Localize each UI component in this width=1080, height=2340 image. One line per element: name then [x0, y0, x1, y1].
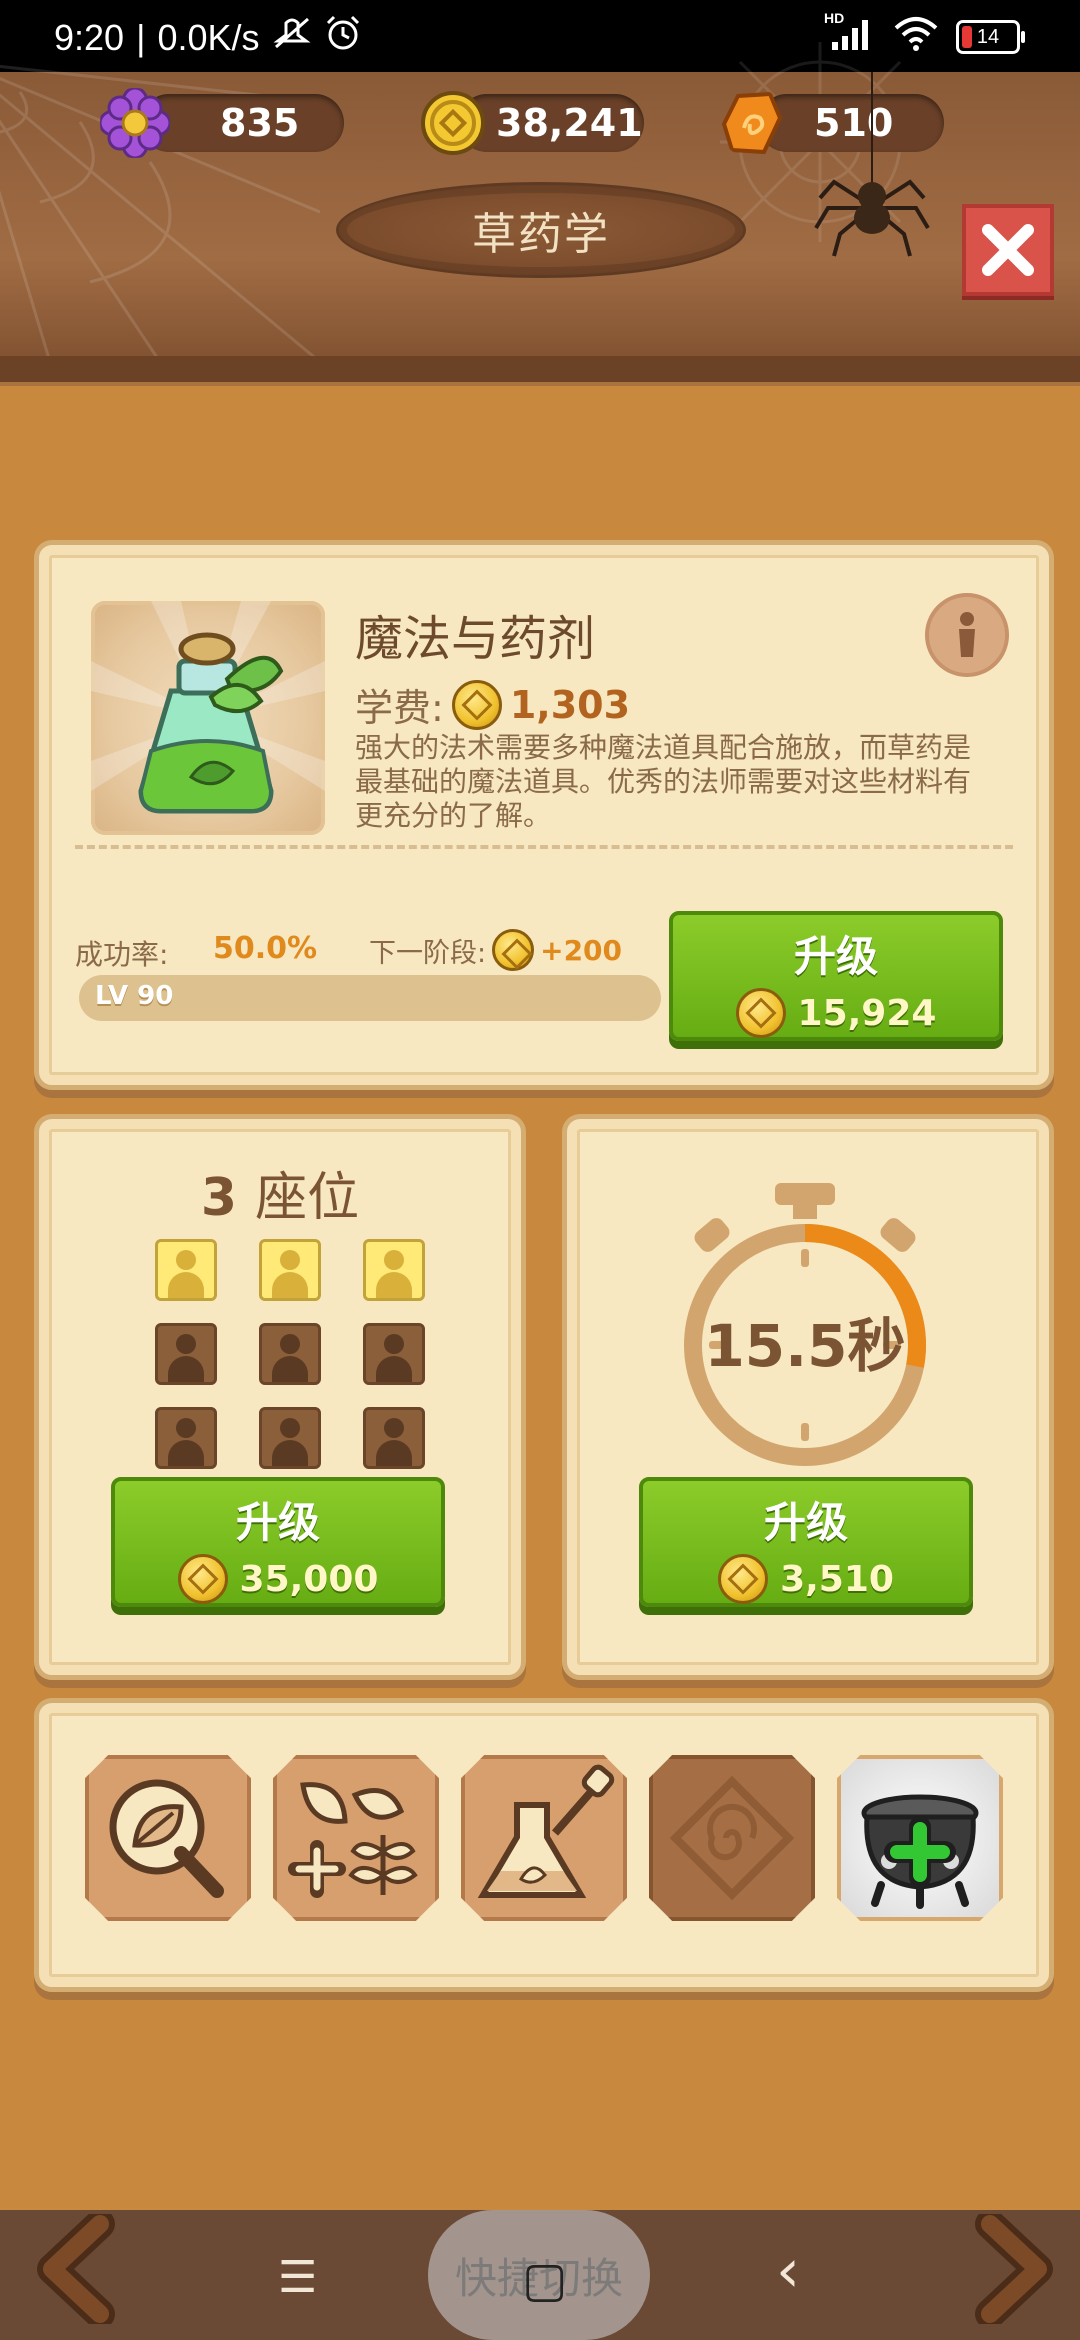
back-icon[interactable]: ‹: [776, 2236, 800, 2306]
seats-title: 3 座位: [39, 1155, 521, 1230]
coin-icon: [177, 1554, 228, 1604]
seat-filled: [259, 1239, 321, 1301]
tuition-value: 1,303: [509, 682, 631, 727]
upgrade-cost: 15,924: [673, 988, 999, 1038]
timer-card: 15.5秒 升级 3,510: [562, 1114, 1054, 1680]
seats-card: 3 座位 升级 35,000: [34, 1114, 526, 1680]
upgrade-cost-value: 3,510: [780, 1558, 894, 1600]
flask-dropper-tool[interactable]: [461, 1755, 627, 1921]
course-card: 魔法与药剂 学费: 1,303 强大的法术需要多种魔法道具配合施放，而草药是最基…: [34, 540, 1054, 1090]
next-stage-label: 下一阶段:: [369, 937, 487, 969]
tuition-row: 学费: 1,303: [355, 677, 630, 732]
spider-decoration: [814, 72, 930, 257]
close-button[interactable]: [962, 204, 1054, 296]
potion-thumbnail: [91, 601, 325, 835]
status-separator: |: [136, 16, 146, 58]
herbs-plus-tool[interactable]: [273, 1755, 439, 1921]
tools-card: [34, 1698, 1054, 1992]
upgrade-cost: 35,000: [115, 1554, 441, 1604]
home-icon[interactable]: ▢: [522, 2252, 567, 2308]
leaf-magnifier-tool[interactable]: [85, 1755, 251, 1921]
tuition-label: 学费:: [355, 686, 444, 730]
close-icon: [982, 224, 1034, 276]
coin-icon: [492, 929, 535, 971]
menu-icon[interactable]: ☰: [278, 2252, 317, 2303]
seat-empty: [259, 1323, 321, 1385]
upgrade-label: 升级: [763, 1498, 848, 1547]
seat-filled: [363, 1239, 425, 1301]
page-title: 草药学: [336, 182, 746, 278]
coin-icon: [735, 988, 786, 1038]
course-description: 强大的法术需要多种魔法道具配合施放，而草药是最基础的魔法道具。优秀的法师需要对这…: [355, 731, 972, 832]
coin-icon: [718, 1554, 769, 1604]
status-time: 9:20: [54, 16, 125, 58]
alarm-icon: [324, 14, 362, 61]
cauldron-plus-icon: [861, 1794, 979, 1909]
hd-label: HD: [824, 10, 845, 26]
next-arrow-button[interactable]: [960, 2214, 1060, 2324]
battery-level: 14: [976, 25, 1000, 48]
next-stage: 下一阶段: +200: [369, 929, 622, 971]
seats-upgrade-button[interactable]: 升级 35,000: [111, 1477, 445, 1607]
seat-filled: [155, 1239, 217, 1301]
gems-counter: 835: [100, 88, 344, 158]
amber-shard-icon: [721, 91, 783, 155]
top-header: 835 38,241 510 草药学: [0, 42, 1080, 382]
upgrade-cost: 3,510: [643, 1554, 969, 1604]
coins-counter: 38,241: [421, 91, 644, 155]
timer-value: 15.5秒: [704, 1312, 906, 1380]
upgrade-label: 升级: [235, 1498, 320, 1547]
locked-tool-slot[interactable]: [649, 1755, 815, 1921]
locked-rune-icon: [669, 1775, 795, 1901]
info-button[interactable]: [925, 593, 1009, 677]
seat-grid: [155, 1239, 425, 1469]
seats-label: 座位: [255, 1168, 360, 1228]
battery-icon: 14: [956, 20, 1025, 54]
course-name: 魔法与药剂: [355, 611, 596, 667]
potion-bottle-icon: [91, 601, 325, 814]
upgrade-cost-value: 35,000: [239, 1558, 379, 1600]
coin-icon: [451, 679, 502, 730]
course-upgrade-button[interactable]: 升级 15,924: [669, 911, 1003, 1041]
upgrade-cost-value: 15,924: [797, 992, 937, 1034]
seat-empty: [363, 1407, 425, 1469]
level-progress-bar: LV 90: [79, 975, 661, 1021]
network-speed: 0.0K/s: [157, 16, 260, 58]
coin-icon: [421, 91, 485, 155]
leaf-magnifier-icon: [109, 1779, 224, 1898]
gems-value: 835: [220, 101, 300, 145]
info-icon: [959, 612, 975, 657]
level-label: LV 90: [95, 981, 174, 1011]
success-rate-value: 50.0%: [213, 931, 318, 966]
cauldron-plus-tool[interactable]: [837, 1755, 1003, 1921]
divider: [75, 845, 1013, 849]
next-stage-value: +200: [540, 933, 623, 967]
timer-upgrade-button[interactable]: 升级 3,510: [639, 1477, 973, 1607]
seat-empty: [155, 1407, 217, 1469]
header-rail: [0, 356, 1080, 382]
seats-count: 3: [200, 1168, 238, 1228]
flask-dropper-icon: [477, 1764, 615, 1898]
prev-arrow-button[interactable]: [30, 2214, 130, 2324]
seat-empty: [155, 1323, 217, 1385]
success-rate-label: 成功率:: [75, 938, 169, 971]
stopwatch: 15.5秒: [675, 1175, 935, 1475]
flower-gem-icon: [100, 88, 170, 158]
seat-empty: [363, 1323, 425, 1385]
mute-icon: [272, 15, 312, 60]
seat-empty: [259, 1407, 321, 1469]
coins-value: 38,241: [496, 101, 643, 145]
herbs-plus-icon: [288, 1782, 418, 1898]
upgrade-label: 升级: [793, 932, 878, 981]
